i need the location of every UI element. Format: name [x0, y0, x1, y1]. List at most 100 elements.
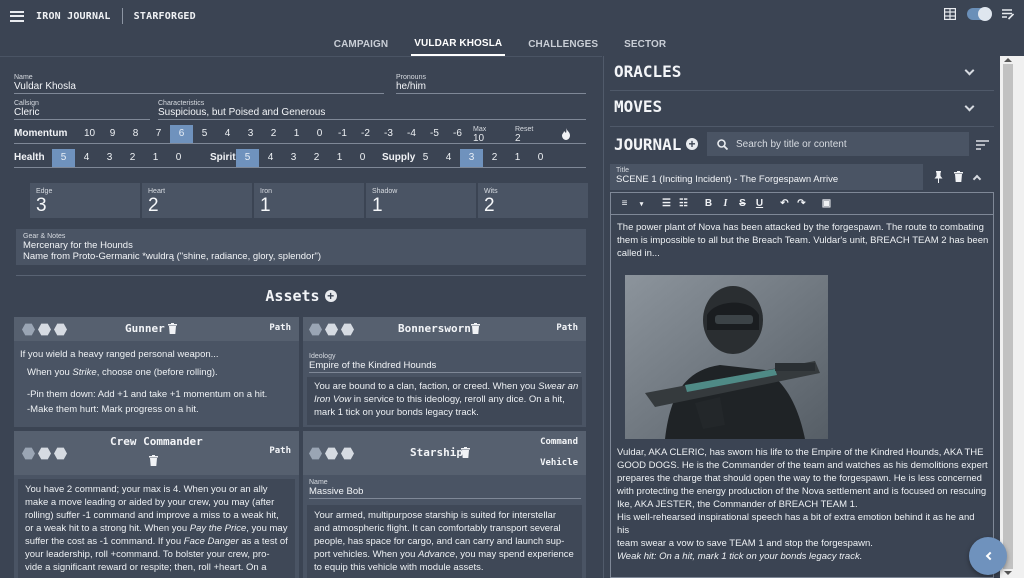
- characteristics-field[interactable]: Characteristics Suspicious, but Poised a…: [158, 100, 586, 120]
- meter-cell[interactable]: 4: [437, 149, 460, 167]
- oracles-heading[interactable]: ORACLES: [614, 62, 681, 81]
- ideology-field[interactable]: Ideology Empire of the Kindred Hounds: [309, 353, 581, 373]
- gear-notes-field[interactable]: Gear & Notes Mercenary for the Hounds Na…: [16, 229, 586, 265]
- insert-image-icon[interactable]: ▣: [819, 196, 834, 211]
- underline-icon[interactable]: U: [752, 196, 767, 211]
- italic-icon[interactable]: I: [718, 196, 733, 211]
- undo-icon[interactable]: ↶: [777, 196, 792, 211]
- meter-cell[interactable]: 5: [414, 149, 437, 167]
- collapse-panel-button[interactable]: [969, 537, 1007, 575]
- strikethrough-icon[interactable]: S: [735, 196, 750, 211]
- moves-heading[interactable]: MOVES: [614, 97, 662, 116]
- ability-3-hex-icon[interactable]: [54, 447, 67, 460]
- momentum-cell[interactable]: 2: [262, 125, 285, 143]
- tab-character[interactable]: VULDAR KHOSLA: [411, 32, 506, 56]
- meter-cell[interactable]: 3: [460, 148, 483, 167]
- ability-1-hex-icon[interactable]: [22, 447, 35, 460]
- meter-cell[interactable]: 3: [98, 149, 121, 167]
- name-field[interactable]: Name Vuldar Khosla: [14, 74, 384, 94]
- ability-2-hex-icon[interactable]: [325, 323, 338, 336]
- momentum-cell[interactable]: -4: [400, 125, 423, 143]
- momentum-cell[interactable]: 7: [147, 125, 170, 143]
- meter-cell[interactable]: 5: [236, 148, 259, 167]
- theme-toggle[interactable]: [967, 7, 992, 21]
- delete-asset-trash-icon[interactable]: [461, 447, 470, 458]
- momentum-reset[interactable]: Reset 2: [515, 125, 561, 144]
- tab-sector[interactable]: SECTOR: [621, 32, 669, 56]
- bullet-list-icon[interactable]: ☷: [676, 196, 691, 211]
- stat-edge[interactable]: Edge 3: [30, 183, 140, 218]
- scrollbar-thumb[interactable]: [1003, 64, 1013, 569]
- meter-cell[interactable]: 1: [144, 149, 167, 167]
- burn-momentum-flame-icon[interactable]: [561, 127, 571, 140]
- momentum-cell[interactable]: 8: [124, 125, 147, 143]
- dice-grid-icon[interactable]: [944, 8, 956, 20]
- stat-wits[interactable]: Wits 2: [478, 183, 588, 218]
- moves-chevron-down-icon[interactable]: [964, 101, 975, 112]
- stat-shadow[interactable]: Shadow 1: [366, 183, 476, 218]
- entry-paragraph-3[interactable]: His well-rehearsed inspirational speech …: [617, 511, 989, 563]
- pin-icon[interactable]: [934, 171, 943, 183]
- add-journal-entry-icon[interactable]: +: [686, 138, 698, 150]
- momentum-cell[interactable]: -6: [446, 125, 469, 143]
- meter-cell[interactable]: 2: [483, 149, 506, 167]
- collapse-entry-chevron-up-icon[interactable]: [972, 174, 982, 184]
- ability-2-hex-icon[interactable]: [325, 447, 338, 460]
- ability-3-hex-icon[interactable]: [54, 323, 67, 336]
- momentum-cell[interactable]: -1: [331, 125, 354, 143]
- momentum-cell[interactable]: 6: [170, 124, 193, 143]
- add-asset-icon[interactable]: +: [324, 290, 337, 302]
- tab-challenges[interactable]: CHALLENGES: [525, 32, 601, 56]
- meter-cell[interactable]: 5: [52, 148, 75, 167]
- stat-heart[interactable]: Heart 2: [142, 183, 252, 218]
- ability-3-hex-icon[interactable]: [341, 447, 354, 460]
- delete-asset-trash-icon[interactable]: [471, 323, 480, 334]
- momentum-cell[interactable]: -3: [377, 125, 400, 143]
- oracles-chevron-down-icon[interactable]: [964, 65, 975, 76]
- meter-cell[interactable]: 0: [529, 149, 552, 167]
- momentum-cell[interactable]: 3: [239, 125, 262, 143]
- meter-cell[interactable]: 4: [75, 149, 98, 167]
- bold-icon[interactable]: B: [701, 196, 716, 211]
- tab-campaign[interactable]: CAMPAIGN: [331, 32, 392, 56]
- momentum-cell[interactable]: -2: [354, 125, 377, 143]
- scroll-down-arrow-icon[interactable]: [1004, 571, 1012, 575]
- momentum-cell[interactable]: 9: [101, 125, 124, 143]
- scroll-up-arrow-icon[interactable]: [1004, 58, 1012, 62]
- notes-edit-icon[interactable]: [1002, 8, 1014, 20]
- delete-entry-trash-icon[interactable]: [954, 171, 963, 182]
- meter-cell[interactable]: 0: [167, 149, 190, 167]
- meter-cell[interactable]: 0: [351, 149, 374, 167]
- ability-2-hex-icon[interactable]: [38, 447, 51, 460]
- entry-paragraph-2[interactable]: Vuldar, AKA CLERIC, has sworn his life t…: [617, 446, 989, 511]
- align-dropdown-icon[interactable]: ▾: [634, 196, 649, 211]
- entry-title-field[interactable]: Title SCENE 1 (Inciting Incident) - The …: [610, 164, 923, 190]
- meter-cell[interactable]: 3: [282, 149, 305, 167]
- ability-1-hex-icon[interactable]: [309, 447, 322, 460]
- momentum-cell[interactable]: 0: [308, 125, 331, 143]
- momentum-cell[interactable]: 4: [216, 125, 239, 143]
- momentum-cell[interactable]: 5: [193, 125, 216, 143]
- delete-asset-trash-icon[interactable]: [168, 323, 177, 334]
- stat-iron[interactable]: Iron 1: [254, 183, 364, 218]
- momentum-max[interactable]: Max 10: [469, 125, 515, 144]
- momentum-cell[interactable]: 1: [285, 125, 308, 143]
- hamburger-menu-icon[interactable]: [10, 10, 24, 22]
- meter-cell[interactable]: 4: [259, 149, 282, 167]
- ship-name-field[interactable]: Name Massive Bob: [309, 479, 581, 499]
- meter-cell[interactable]: 1: [328, 149, 351, 167]
- momentum-cell[interactable]: 10: [78, 125, 101, 143]
- meter-cell[interactable]: 2: [121, 149, 144, 167]
- ability-1-hex-icon[interactable]: [309, 323, 322, 336]
- meter-cell[interactable]: 1: [506, 149, 529, 167]
- ordered-list-icon[interactable]: ☰: [659, 196, 674, 211]
- pronouns-field[interactable]: Pronouns he/him: [396, 74, 586, 94]
- ability-1-hex-icon[interactable]: [22, 323, 35, 336]
- momentum-cell[interactable]: -5: [423, 125, 446, 143]
- delete-asset-trash-icon[interactable]: [149, 455, 158, 466]
- redo-icon[interactable]: ↷: [794, 196, 809, 211]
- ability-3-hex-icon[interactable]: [341, 323, 354, 336]
- entry-paragraph-1[interactable]: The power plant of Nova has been attacke…: [617, 221, 989, 260]
- journal-search-input[interactable]: [736, 138, 956, 150]
- sort-filter-icon[interactable]: [976, 140, 989, 150]
